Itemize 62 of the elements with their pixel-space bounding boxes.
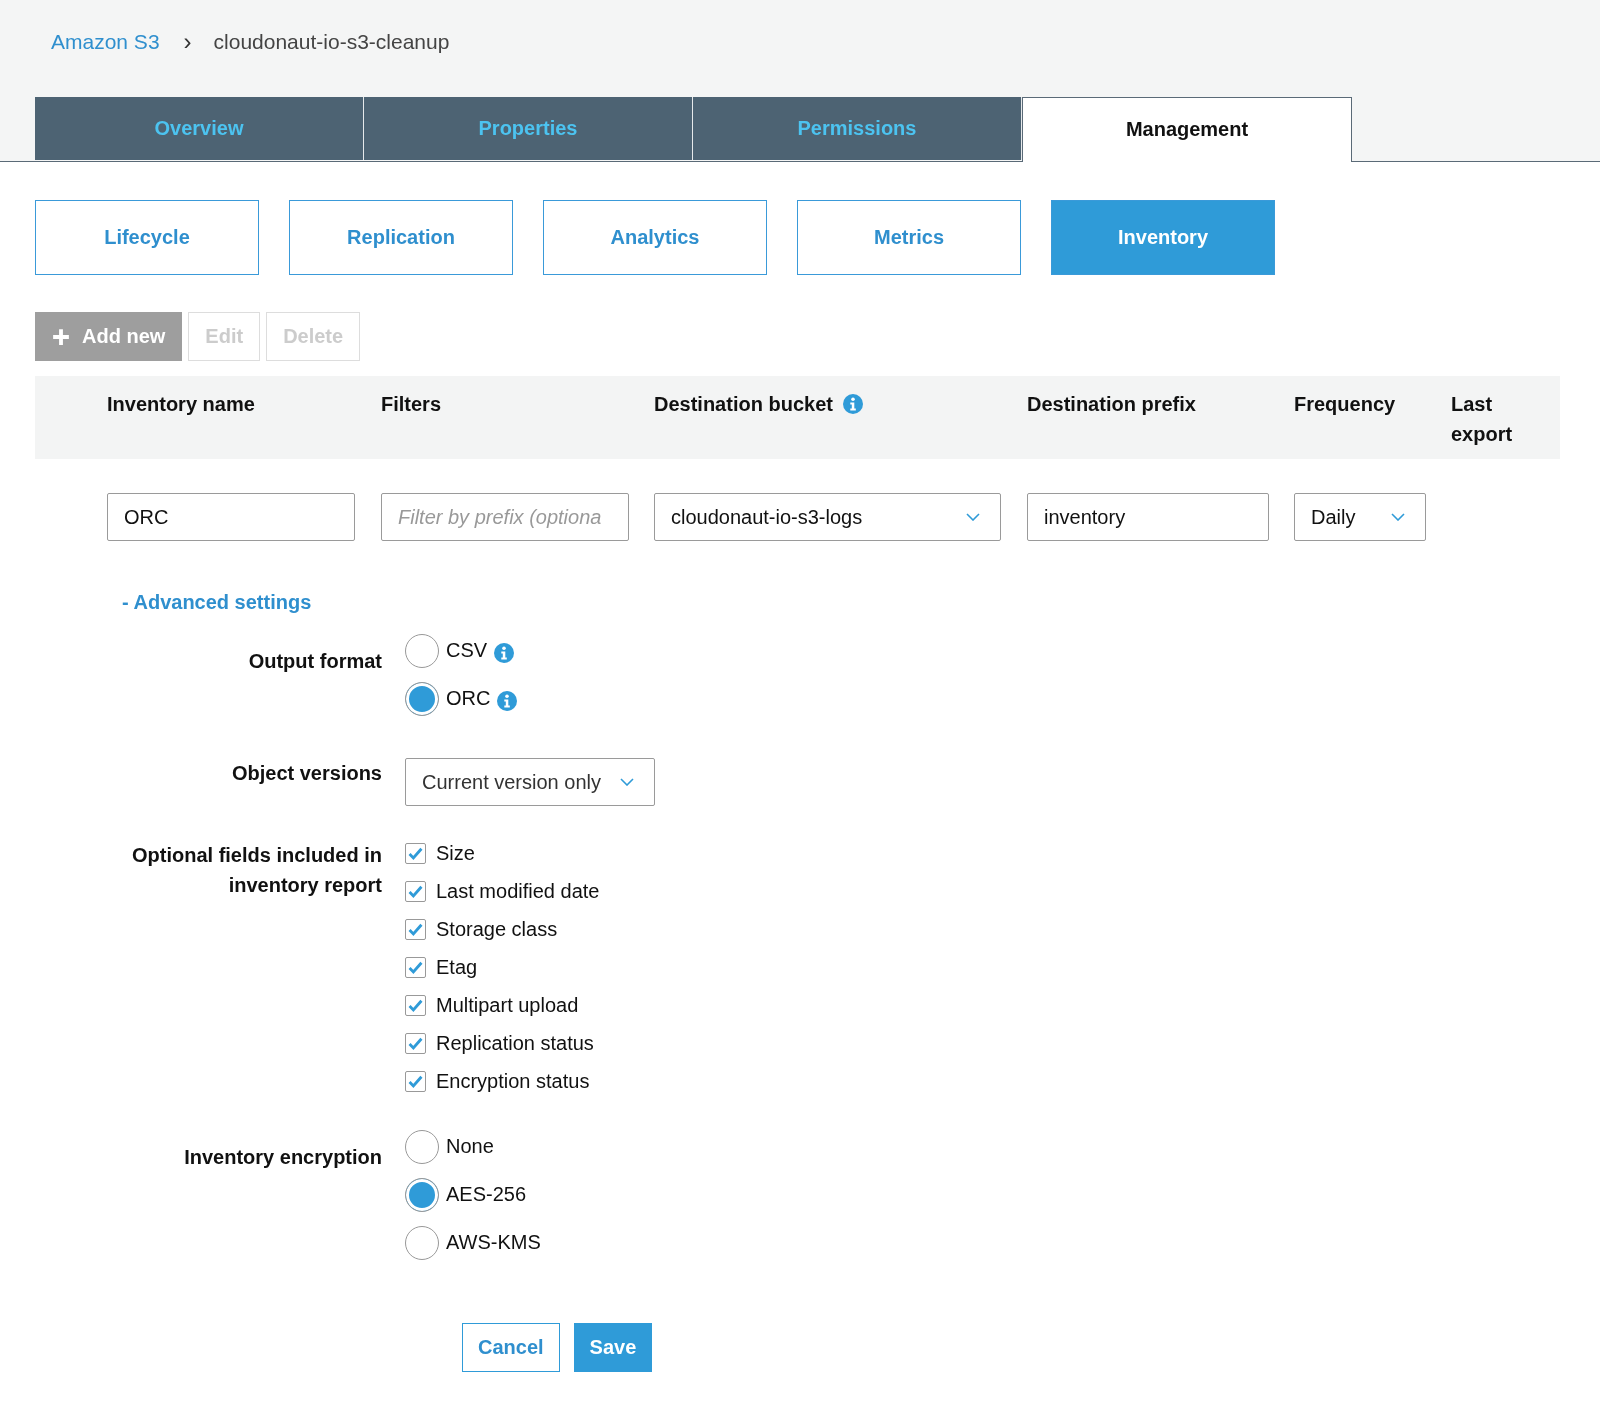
subtab[interactable]: Metrics bbox=[797, 200, 1021, 275]
inventory-name-field[interactable]: ORC bbox=[107, 493, 355, 541]
subtab[interactable]: Lifecycle bbox=[35, 200, 259, 275]
subtab[interactable]: Inventory bbox=[1051, 200, 1275, 275]
filter-field[interactable]: Filter by prefix (optiona bbox=[381, 493, 629, 541]
column-header: Filters bbox=[381, 392, 442, 417]
checkbox-label: Multipart upload bbox=[436, 994, 579, 1017]
radio-label: AWS-KMS bbox=[446, 1231, 541, 1254]
breadcrumb-separator: › bbox=[183, 28, 192, 56]
checkbox[interactable] bbox=[405, 919, 426, 940]
info-icon[interactable] bbox=[842, 394, 863, 414]
plus-icon bbox=[52, 327, 70, 346]
checkbox[interactable] bbox=[405, 1071, 426, 1092]
subtab[interactable]: Replication bbox=[289, 200, 513, 275]
radio-label: None bbox=[446, 1135, 494, 1158]
tab[interactable]: Overview bbox=[35, 97, 364, 160]
breadcrumb-link[interactable]: Amazon S3 bbox=[51, 30, 160, 54]
checkbox-label: Size bbox=[436, 842, 475, 865]
radio-label: AES-256 bbox=[446, 1183, 527, 1206]
form-label: Object versions bbox=[230, 761, 382, 786]
chevron-down-icon bbox=[1391, 513, 1405, 521]
checkbox[interactable] bbox=[405, 1033, 426, 1054]
column-header: Frequency bbox=[1294, 392, 1396, 417]
column-header: Last export bbox=[1451, 392, 1514, 447]
checkbox-label: Etag bbox=[436, 956, 478, 979]
save-button[interactable]: Save bbox=[573, 1323, 653, 1372]
radio-label: ORC bbox=[446, 687, 491, 710]
radio-button[interactable] bbox=[405, 633, 439, 668]
form-label: Optional fields included in inventory report bbox=[131, 843, 382, 898]
tab[interactable]: Management bbox=[1022, 97, 1352, 162]
advanced-settings-toggle[interactable]: - Advanced settings bbox=[122, 591, 312, 614]
checkbox[interactable] bbox=[405, 881, 426, 902]
radio-label: CSV bbox=[446, 639, 488, 662]
form-label: Inventory encryption bbox=[183, 1145, 382, 1170]
radio-button[interactable] bbox=[405, 1129, 439, 1164]
checkbox[interactable] bbox=[405, 843, 426, 864]
tab[interactable]: Properties bbox=[364, 97, 693, 160]
column-header: Destination bucket bbox=[654, 392, 833, 417]
chevron-down-icon bbox=[966, 513, 980, 521]
radio-button[interactable] bbox=[405, 681, 439, 716]
checkbox-label: Storage class bbox=[436, 918, 558, 941]
radio-button[interactable] bbox=[405, 1177, 439, 1212]
checkbox[interactable] bbox=[405, 957, 426, 978]
prefix-field[interactable]: inventory bbox=[1027, 493, 1269, 541]
tab[interactable]: Permissions bbox=[693, 97, 1022, 160]
column-header: Inventory name bbox=[107, 392, 255, 417]
column-header: Destination prefix bbox=[1027, 392, 1196, 417]
checkbox-label: Encryption status bbox=[436, 1070, 590, 1093]
cancel-button[interactable]: Cancel bbox=[462, 1323, 560, 1372]
breadcrumb-current: cloudonaut-io-s3-cleanup bbox=[213, 30, 450, 54]
checkbox-label: Replication status bbox=[436, 1032, 594, 1055]
info-icon[interactable] bbox=[494, 643, 515, 663]
info-icon[interactable] bbox=[497, 691, 518, 711]
subtab[interactable]: Analytics bbox=[543, 200, 767, 275]
object-versions-dropdown[interactable]: Current version only bbox=[405, 758, 655, 806]
radio-button[interactable] bbox=[405, 1225, 439, 1260]
form-label: Output format bbox=[247, 649, 382, 674]
chevron-down-icon bbox=[620, 778, 634, 786]
checkbox[interactable] bbox=[405, 995, 426, 1016]
checkbox-label: Last modified date bbox=[436, 880, 600, 903]
frequency-dropdown[interactable]: Daily bbox=[1294, 493, 1426, 541]
bucket-dropdown[interactable]: cloudonaut-io-s3-logs bbox=[654, 493, 1001, 541]
